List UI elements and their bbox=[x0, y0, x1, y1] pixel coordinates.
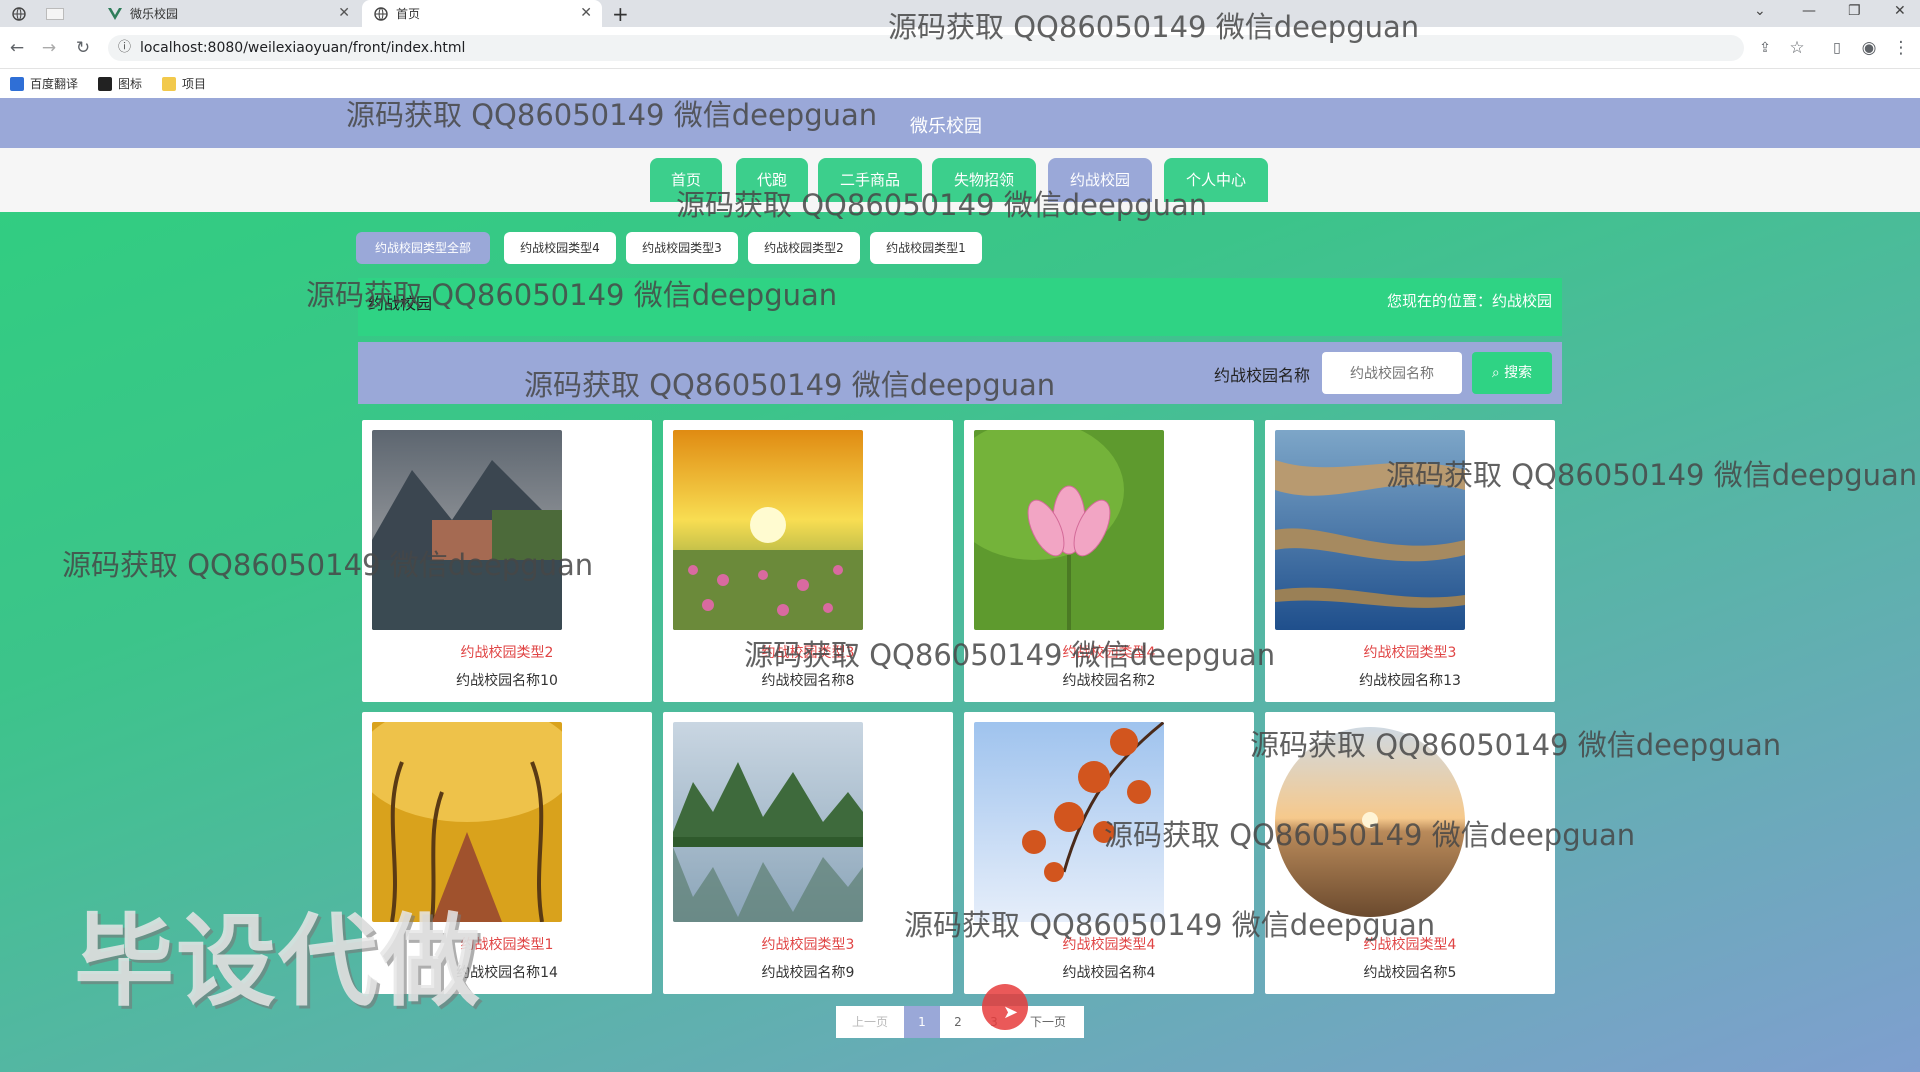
watermark: 源码获取 QQ86050149 微信deepguan bbox=[62, 548, 594, 582]
bookmark-icons[interactable]: 图标 bbox=[98, 75, 142, 92]
search-icon: ⌕ bbox=[1491, 365, 1500, 381]
globe-icon bbox=[12, 6, 26, 21]
site-title: 微乐校园 bbox=[910, 116, 982, 137]
card-name: 约战校园名称13 bbox=[1359, 673, 1461, 689]
translate-icon bbox=[10, 76, 24, 91]
page-2-button[interactable]: 2 bbox=[940, 1006, 976, 1038]
new-tab-button[interactable]: + bbox=[612, 0, 638, 27]
current-location: 您现在的位置：约战校园 bbox=[1386, 292, 1552, 310]
url-text: localhost:8080/weilexiaoyuan/front/index… bbox=[140, 40, 466, 56]
star-icon[interactable]: ☆ bbox=[1784, 35, 1810, 61]
watermark: 源码获取 QQ86050149 微信deepguan bbox=[1250, 728, 1782, 762]
reload-icon[interactable]: ↻ bbox=[70, 35, 96, 61]
category-type4[interactable]: 约战校园类型4 bbox=[504, 232, 616, 264]
info-icon: ⓘ bbox=[118, 40, 132, 55]
minimize-icon[interactable]: — bbox=[1802, 3, 1816, 19]
watermark: 源码获取 QQ86050149 微信deepguan bbox=[744, 638, 1276, 672]
bookmark-folder-project[interactable]: 项目 bbox=[162, 75, 206, 92]
menu-icon[interactable]: ⋮ bbox=[1888, 35, 1914, 61]
page-icon bbox=[46, 7, 64, 20]
card-thumbnail bbox=[673, 430, 863, 630]
watermark: 源码获取 QQ86050149 微信deepguan bbox=[676, 188, 1208, 222]
tab-close-icon[interactable]: ✕ bbox=[580, 5, 592, 21]
card-type: 约战校园类型3 bbox=[1363, 645, 1457, 661]
back-icon[interactable]: ← bbox=[4, 35, 30, 61]
card[interactable]: 约战校园类型3 约战校园名称9 bbox=[663, 712, 953, 994]
search-input[interactable] bbox=[1322, 352, 1462, 394]
side-panel-icon[interactable]: ▯ bbox=[1824, 35, 1850, 61]
category-all[interactable]: 约战校园类型全部 bbox=[356, 232, 490, 264]
card-thumbnail bbox=[673, 722, 863, 922]
category-type2[interactable]: 约战校园类型2 bbox=[748, 232, 860, 264]
browser-tab-weile[interactable]: 微乐校园 ✕ bbox=[96, 0, 360, 27]
card-name: 约战校园名称5 bbox=[1363, 965, 1457, 981]
tab-close-icon[interactable]: ✕ bbox=[338, 5, 350, 21]
card-name: 约战校园名称9 bbox=[761, 965, 855, 981]
search-button[interactable]: ⌕ 搜索 bbox=[1472, 352, 1552, 394]
bookmarks-bar: 百度翻译 图标 项目 bbox=[0, 69, 1920, 98]
browser-tab-1[interactable] bbox=[0, 0, 30, 27]
card-thumbnail bbox=[372, 430, 562, 630]
card-type: 约战校园类型2 bbox=[460, 645, 554, 661]
category-type3[interactable]: 约战校园类型3 bbox=[626, 232, 738, 264]
search-label: 约战校园名称 bbox=[1214, 366, 1311, 385]
category-type1[interactable]: 约战校园类型1 bbox=[870, 232, 982, 264]
share-icon[interactable]: ⇪ bbox=[1752, 35, 1778, 61]
browser-tab-home[interactable]: 首页 ✕ bbox=[362, 0, 602, 27]
watermark: 源码获取 QQ86050149 微信deepguan bbox=[1104, 818, 1636, 852]
card-name: 约战校园名称10 bbox=[456, 673, 558, 689]
watermark: 源码获取 QQ86050149 微信deepguan bbox=[888, 10, 1420, 44]
globe-icon bbox=[374, 6, 388, 21]
forward-icon[interactable]: → bbox=[36, 35, 62, 61]
page-1-button[interactable]: 1 bbox=[904, 1006, 940, 1038]
watermark: 源码获取 QQ86050149 微信deepguan bbox=[904, 908, 1436, 942]
mouse-cursor-icon: ➤ bbox=[1003, 1002, 1019, 1023]
bookmark-baidu-translate[interactable]: 百度翻译 bbox=[10, 75, 78, 92]
card-name: 约战校园名称4 bbox=[1062, 965, 1156, 981]
site-header: 微乐校园 bbox=[0, 98, 1920, 148]
big-watermark: 毕设代做 bbox=[74, 903, 482, 1020]
restore-icon[interactable]: ❐ bbox=[1848, 3, 1861, 19]
watermark: 源码获取 QQ86050149 微信deepguan bbox=[524, 368, 1056, 402]
tab-search-icon[interactable]: ⌄ bbox=[1754, 3, 1766, 19]
close-window-icon[interactable]: ✕ bbox=[1894, 3, 1906, 19]
profile-icon[interactable]: ◉ bbox=[1856, 35, 1882, 61]
card-thumbnail bbox=[974, 430, 1164, 630]
tab-title: 首页 bbox=[396, 7, 421, 21]
vue-logo-icon bbox=[108, 7, 122, 21]
bookmark-page-icon bbox=[98, 76, 112, 91]
watermark: 源码获取 QQ86050149 微信deepguan bbox=[346, 98, 878, 132]
watermark: 源码获取 QQ86050149 微信deepguan bbox=[306, 278, 838, 312]
folder-icon bbox=[162, 76, 176, 91]
prev-page-button[interactable]: 上一页 bbox=[836, 1006, 904, 1038]
watermark: 源码获取 QQ86050149 微信deepguan bbox=[1386, 458, 1918, 492]
browser-tab-2[interactable] bbox=[34, 0, 94, 27]
tab-title: 微乐校园 bbox=[130, 7, 179, 21]
